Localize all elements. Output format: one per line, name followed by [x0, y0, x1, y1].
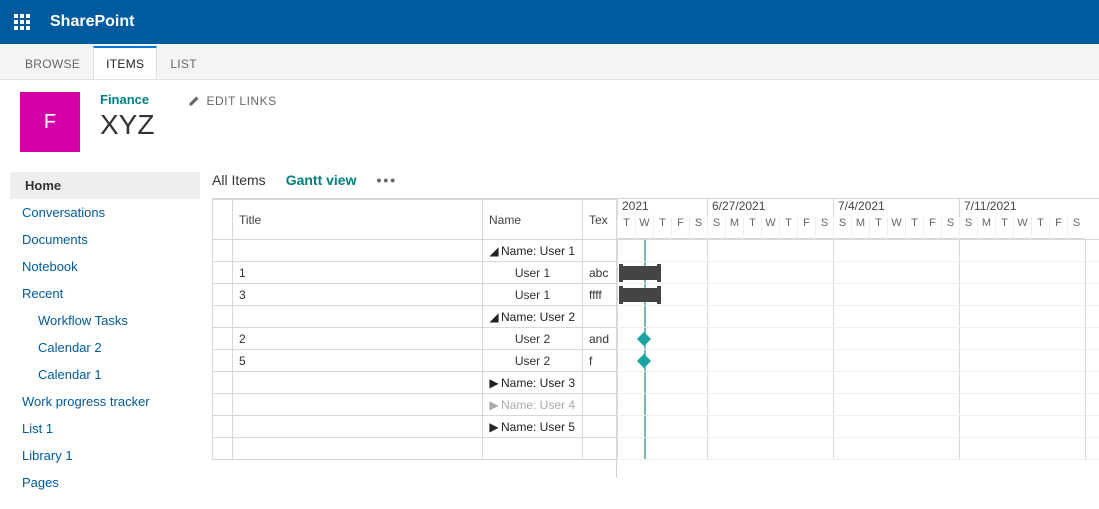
- gantt-bar[interactable]: [621, 266, 659, 280]
- table-row-empty[interactable]: [213, 438, 617, 460]
- timeline-day-label: F: [797, 217, 815, 239]
- gantt-timeline[interactable]: 20216/27/20217/4/20217/11/2021 TWTFSSMTW…: [617, 199, 1099, 478]
- nav-item-conversations[interactable]: Conversations: [10, 199, 200, 226]
- group-row[interactable]: ▶Name: User 4: [213, 394, 617, 416]
- table-row[interactable]: 1User 1abc: [213, 262, 617, 284]
- timeline-row: [617, 438, 1099, 460]
- suite-bar: SharePoint: [0, 0, 1099, 44]
- caret-down-icon[interactable]: ◢: [489, 244, 499, 258]
- timeline-day-label: F: [923, 217, 941, 239]
- nav-item-home[interactable]: Home: [10, 172, 200, 199]
- grid-col-name[interactable]: Name: [483, 200, 583, 240]
- timeline-week-label: 7/11/2021: [959, 199, 1085, 217]
- pencil-icon: [188, 95, 200, 107]
- table-row[interactable]: 2User 2and: [213, 328, 617, 350]
- view-more-icon[interactable]: •••: [376, 172, 397, 188]
- edit-links-button[interactable]: EDIT LINKS: [188, 94, 276, 108]
- timeline-day-label: T: [1031, 217, 1049, 239]
- nav-item-documents[interactable]: Documents: [10, 226, 200, 253]
- timeline-row: [617, 350, 1099, 372]
- timeline-day-label: M: [725, 217, 743, 239]
- nav-item-recent[interactable]: Recent: [10, 280, 200, 307]
- main-area: All Items Gantt view ••• Title Name Tex: [200, 172, 1099, 496]
- caret-right-icon[interactable]: ▶: [489, 398, 499, 412]
- gantt-bar[interactable]: [621, 288, 659, 302]
- timeline-row: [617, 284, 1099, 306]
- timeline-day-label: T: [905, 217, 923, 239]
- brand-label[interactable]: SharePoint: [50, 13, 134, 31]
- page-header: F Finance XYZ EDIT LINKS: [0, 80, 1099, 152]
- timeline-week-label: 2021: [617, 199, 707, 217]
- timeline-day-label: W: [1013, 217, 1031, 239]
- timeline-day-label: S: [959, 217, 977, 239]
- timeline-row: [617, 372, 1099, 394]
- page-title: XYZ: [100, 109, 154, 141]
- timeline-week-label: 7/4/2021: [833, 199, 959, 217]
- group-row[interactable]: ▶Name: User 3: [213, 372, 617, 394]
- nav-item-work-progress-tracker[interactable]: Work progress tracker: [10, 388, 200, 415]
- group-row[interactable]: ◢Name: User 2: [213, 306, 617, 328]
- ribbon: BROWSE ITEMS LIST: [0, 44, 1099, 80]
- nav-item-library-1[interactable]: Library 1: [10, 442, 200, 469]
- gantt-grid: Title Name Tex ◢Name: User 11User 1abc3U…: [212, 199, 617, 478]
- timeline-row: [617, 328, 1099, 350]
- table-row[interactable]: 5User 2f: [213, 350, 617, 372]
- timeline-day-label: F: [1049, 217, 1067, 239]
- left-nav: HomeConversationsDocumentsNotebookRecent…: [0, 172, 200, 496]
- timeline-row: [617, 262, 1099, 284]
- grid-col-text[interactable]: Tex: [583, 200, 617, 240]
- timeline-day-label: W: [887, 217, 905, 239]
- site-logo[interactable]: F: [20, 92, 80, 152]
- edit-links-label: EDIT LINKS: [206, 94, 276, 108]
- grid-col-marker: [213, 200, 233, 240]
- nav-item-workflow-tasks[interactable]: Workflow Tasks: [10, 307, 200, 334]
- ribbon-tab-browse[interactable]: BROWSE: [12, 47, 93, 79]
- timeline-row: [617, 394, 1099, 416]
- timeline-day-label: W: [761, 217, 779, 239]
- timeline-day-label: T: [743, 217, 761, 239]
- ribbon-tab-list[interactable]: LIST: [157, 47, 210, 79]
- timeline-week-label: 6/27/2021: [707, 199, 833, 217]
- timeline-day-label: T: [617, 217, 635, 239]
- nav-item-calendar-2[interactable]: Calendar 2: [10, 334, 200, 361]
- grid-col-title[interactable]: Title: [233, 200, 483, 240]
- timeline-day-label: T: [653, 217, 671, 239]
- table-row[interactable]: 3User 1ffff: [213, 284, 617, 306]
- gantt-view: Title Name Tex ◢Name: User 11User 1abc3U…: [212, 198, 1099, 478]
- timeline-day-label: M: [851, 217, 869, 239]
- timeline-row: [617, 306, 1099, 328]
- caret-right-icon[interactable]: ▶: [489, 376, 499, 390]
- timeline-row: [617, 240, 1099, 262]
- view-all-items[interactable]: All Items: [212, 172, 266, 188]
- timeline-day-label: F: [671, 217, 689, 239]
- caret-down-icon[interactable]: ◢: [489, 310, 499, 324]
- nav-item-pages[interactable]: Pages: [10, 469, 200, 496]
- ribbon-tab-items[interactable]: ITEMS: [93, 46, 157, 79]
- timeline-day-label: W: [635, 217, 653, 239]
- site-link[interactable]: Finance: [100, 92, 154, 107]
- group-row[interactable]: ▶Name: User 5: [213, 416, 617, 438]
- timeline-day-label: M: [977, 217, 995, 239]
- caret-right-icon[interactable]: ▶: [489, 420, 499, 434]
- timeline-day-label: S: [707, 217, 725, 239]
- timeline-day-label: S: [815, 217, 833, 239]
- nav-item-notebook[interactable]: Notebook: [10, 253, 200, 280]
- timeline-day-label: T: [779, 217, 797, 239]
- nav-item-calendar-1[interactable]: Calendar 1: [10, 361, 200, 388]
- grid-header-row: Title Name Tex: [213, 200, 617, 240]
- timeline-row: [617, 416, 1099, 438]
- timeline-day-label: S: [689, 217, 707, 239]
- view-gantt[interactable]: Gantt view: [286, 172, 357, 188]
- timeline-day-label: S: [941, 217, 959, 239]
- timeline-day-label: T: [869, 217, 887, 239]
- app-launcher-icon[interactable]: [0, 0, 44, 44]
- nav-item-list-1[interactable]: List 1: [10, 415, 200, 442]
- timeline-day-label: S: [833, 217, 851, 239]
- group-row[interactable]: ◢Name: User 1: [213, 240, 617, 262]
- timeline-day-label: S: [1067, 217, 1085, 239]
- timeline-day-label: T: [995, 217, 1013, 239]
- view-bar: All Items Gantt view •••: [212, 172, 1099, 188]
